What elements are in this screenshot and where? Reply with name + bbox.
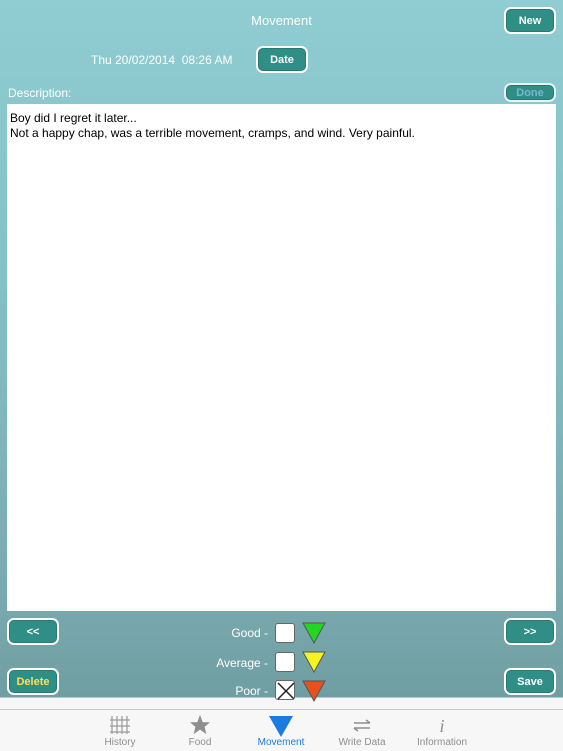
previous-button[interactable]: <<: [7, 618, 59, 645]
good-checkbox[interactable]: [275, 623, 295, 643]
poor-label: Poor -: [235, 684, 268, 698]
description-label: Description:: [8, 86, 72, 100]
page-title: Movement: [251, 13, 312, 28]
description-line: Boy did I regret it later...: [10, 111, 137, 125]
description-line: Not a happy chap, was a terrible movemen…: [10, 126, 415, 140]
average-triangle-icon: [302, 651, 326, 674]
next-button[interactable]: >>: [504, 618, 556, 645]
tab-movement[interactable]: Movement: [241, 710, 321, 751]
description-textarea[interactable]: Boy did I regret it later... Not a happy…: [7, 104, 556, 611]
tab-food[interactable]: Food: [160, 710, 240, 751]
info-icon: i: [439, 716, 444, 736]
average-label: Average -: [216, 656, 268, 670]
poor-triangle-icon: [302, 680, 326, 703]
tab-write-data[interactable]: Write Data: [322, 710, 402, 751]
tab-label: History: [104, 737, 136, 748]
tab-label: Write Data: [338, 737, 386, 748]
tab-label: Movement: [257, 737, 305, 748]
save-button[interactable]: Save: [504, 668, 556, 695]
datetime-value: Thu 20/02/2014 08:26 AM: [91, 53, 233, 67]
svg-text:i: i: [439, 716, 444, 736]
tab-bar: History Food Movement Write Data i Infor…: [0, 709, 563, 751]
star-icon: [189, 714, 211, 735]
triangle-down-icon: [269, 716, 293, 737]
good-triangle-icon: [302, 622, 326, 645]
good-label: Good -: [231, 626, 268, 640]
tab-information[interactable]: i Information: [402, 710, 482, 751]
tab-history[interactable]: History: [80, 710, 160, 751]
delete-button[interactable]: Delete: [7, 668, 59, 695]
done-button[interactable]: Done: [504, 83, 556, 102]
date-button[interactable]: Date: [256, 46, 308, 73]
checkmark-x-icon: [277, 682, 295, 700]
tab-label: Information: [416, 737, 468, 748]
tab-label: Food: [188, 737, 212, 748]
new-button[interactable]: New: [504, 7, 556, 34]
average-checkbox[interactable]: [275, 652, 295, 672]
arrows-icon: [353, 719, 371, 732]
history-icon: [110, 716, 130, 734]
poor-checkbox[interactable]: [275, 680, 295, 700]
